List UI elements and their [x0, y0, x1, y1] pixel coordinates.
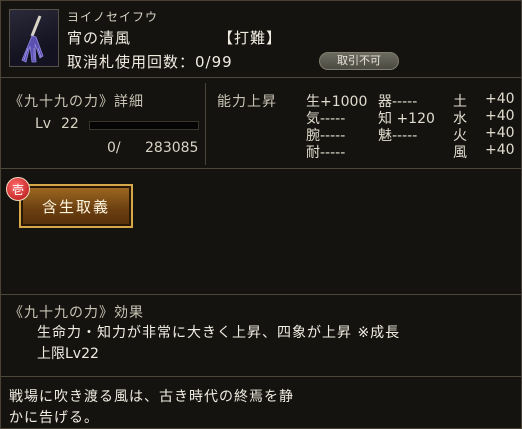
whisk-weapon-icon: [21, 15, 44, 63]
element-wind-label: 風: [453, 145, 467, 161]
item-category: 【打難】: [218, 29, 283, 47]
effect-description-line2: 上限Lv22: [37, 346, 99, 362]
cancel-card-uses: 取消札使用回数：0/99: [67, 53, 233, 71]
stat-endurance: 耐-----: [306, 145, 346, 161]
level-label: Lv: [35, 116, 52, 132]
item-detail-panel: ヨイノセイフウ 宵の清風 【打難】 取消札使用回数：0/99 取引不可 《九十九…: [0, 0, 522, 429]
divider: [1, 168, 521, 169]
divider: [205, 83, 206, 165]
flavor-text-line1: 戦場に吹き渡る風は、古き時代の終焉を静: [9, 389, 294, 405]
skill-button[interactable]: 含生取義: [19, 184, 133, 228]
skill-rank-badge: 壱: [6, 177, 30, 201]
item-name: 宵の清風: [67, 29, 132, 47]
experience-bar: [89, 121, 199, 130]
divider: [1, 77, 521, 78]
effect-description-line1: 生命力・知力が非常に大きく上昇、四象が上昇 ※成長: [37, 325, 401, 341]
untradeable-badge: 取引不可: [319, 52, 399, 70]
level-section-title: 《九十九の力》詳細: [9, 94, 144, 110]
element-fire-value: +40: [485, 125, 515, 141]
item-reading: ヨイノセイフウ: [67, 10, 159, 24]
element-water-value: +40: [485, 108, 515, 124]
level-value: 22: [61, 116, 79, 132]
experience-current: 0/: [107, 140, 121, 156]
flavor-text-line2: かに告げる。: [9, 410, 99, 426]
stat-charm: 魅-----: [378, 128, 418, 144]
experience-max: 283085: [145, 140, 199, 156]
divider: [1, 294, 521, 295]
effect-title: 《九十九の力》効果: [9, 305, 144, 321]
element-wind-value: +40: [485, 142, 515, 158]
element-earth-value: +40: [485, 91, 515, 107]
skill-button-label: 含生取義: [41, 197, 110, 216]
divider: [1, 376, 521, 377]
item-header: ヨイノセイフウ 宵の清風 【打難】 取消札使用回数：0/99 取引不可: [1, 1, 521, 75]
stats-title: 能力上昇: [217, 94, 277, 110]
item-icon: [9, 9, 59, 67]
